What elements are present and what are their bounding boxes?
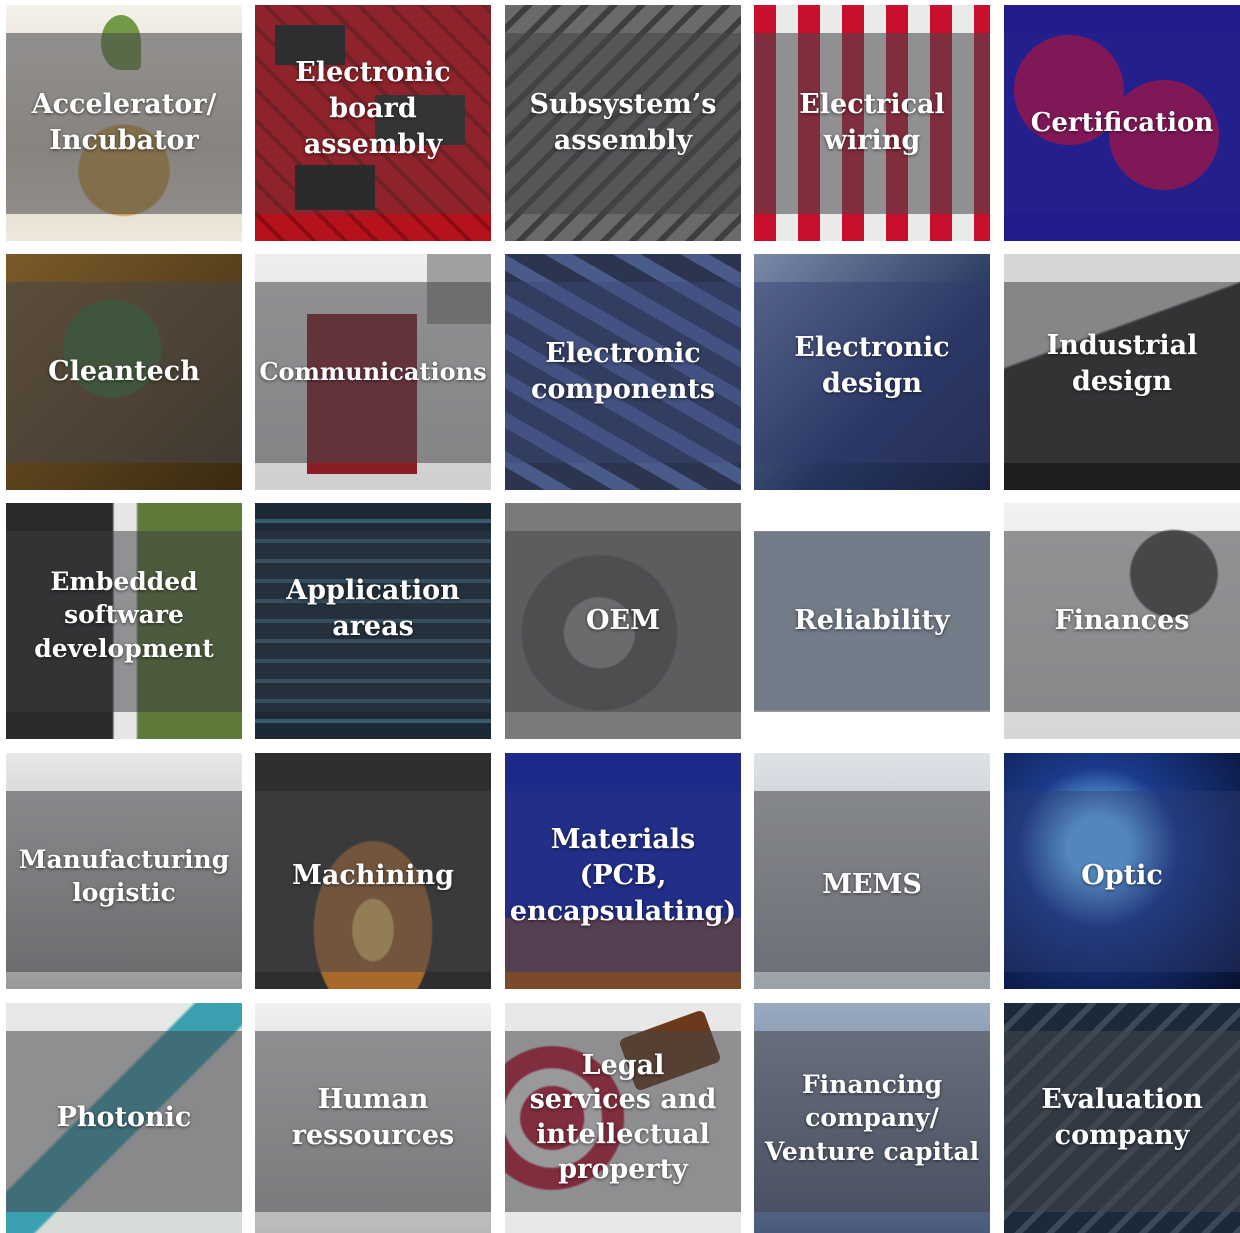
tile-machining[interactable]: Machining <box>255 753 491 989</box>
tile-label: Cleantech <box>48 356 200 388</box>
tile-mems[interactable]: MEMS <box>754 753 990 989</box>
tile-communications[interactable]: Communications <box>255 254 491 490</box>
tile-label: Evaluation company <box>1041 1084 1203 1151</box>
tile-label: Human ressources <box>291 1084 455 1151</box>
tile-label: Finances <box>1054 605 1190 637</box>
tile-reliability[interactable]: Reliability <box>754 503 990 739</box>
tile-label: Embedded software development <box>34 567 214 663</box>
tile-financing-company[interactable]: Financing company/ Venture capital <box>754 1003 990 1233</box>
tile-electrical-wiring[interactable]: Electrical wiring <box>754 5 990 241</box>
tile-label: Communications <box>259 357 487 387</box>
tile-certification[interactable]: Certification <box>1004 5 1240 241</box>
tile-label: Financing company/ Venture capital <box>764 1070 980 1166</box>
tile-application-areas[interactable]: Application areas <box>255 503 491 739</box>
tile-human-ressources[interactable]: Human ressources <box>255 1003 491 1233</box>
category-grid: Accelerator/ Incubator Electronic board … <box>6 5 1240 1233</box>
tile-finances[interactable]: Finances <box>1004 503 1240 739</box>
tile-embedded-software-development[interactable]: Embedded software development <box>6 503 242 739</box>
tile-cleantech[interactable]: Cleantech <box>6 254 242 490</box>
tile-photonic[interactable]: Photonic <box>6 1003 242 1233</box>
tile-label: Application areas <box>286 575 460 642</box>
tile-electronic-components[interactable]: Electronic components <box>505 254 741 490</box>
tile-label: Electrical wiring <box>799 89 945 156</box>
tile-label: Machining <box>291 860 455 892</box>
tile-optic[interactable]: Optic <box>1004 753 1240 989</box>
tile-label: Materials (PCB, encapsulating) <box>509 824 737 927</box>
tile-label: Electronic components <box>530 338 716 405</box>
tile-label: Electronic board assembly <box>295 57 451 160</box>
tile-oem[interactable]: OEM <box>505 503 741 739</box>
tile-label: Certification <box>1030 107 1214 138</box>
tile-electronic-board-assembly[interactable]: Electronic board assembly <box>255 5 491 241</box>
tile-label: MEMS <box>822 869 922 901</box>
tile-label: Industrial design <box>1046 330 1198 397</box>
tile-label: Optic <box>1081 860 1163 892</box>
tile-evaluation-company[interactable]: Evaluation company <box>1004 1003 1240 1233</box>
tile-label: Electronic design <box>794 332 950 399</box>
tile-manufacturing-logistic[interactable]: Manufacturing logistic <box>6 753 242 989</box>
tile-label: Reliability <box>794 605 950 637</box>
tile-electronic-design[interactable]: Electronic design <box>754 254 990 490</box>
tile-industrial-design[interactable]: Industrial design <box>1004 254 1240 490</box>
tile-label: Manufacturing logistic <box>18 844 230 907</box>
tile-label: Legal services and intellectual property <box>529 1049 717 1185</box>
tile-legal-services[interactable]: Legal services and intellectual property <box>505 1003 741 1233</box>
tile-label: OEM <box>586 605 660 637</box>
tile-subsystems-assembly[interactable]: Subsystem’s assembly <box>505 5 741 241</box>
tile-label: Accelerator/ Incubator <box>31 89 217 156</box>
tile-accelerator-incubator[interactable]: Accelerator/ Incubator <box>6 5 242 241</box>
tile-materials[interactable]: Materials (PCB, encapsulating) <box>505 753 741 989</box>
tile-label: Photonic <box>56 1102 192 1134</box>
tile-label: Subsystem’s assembly <box>529 89 717 156</box>
